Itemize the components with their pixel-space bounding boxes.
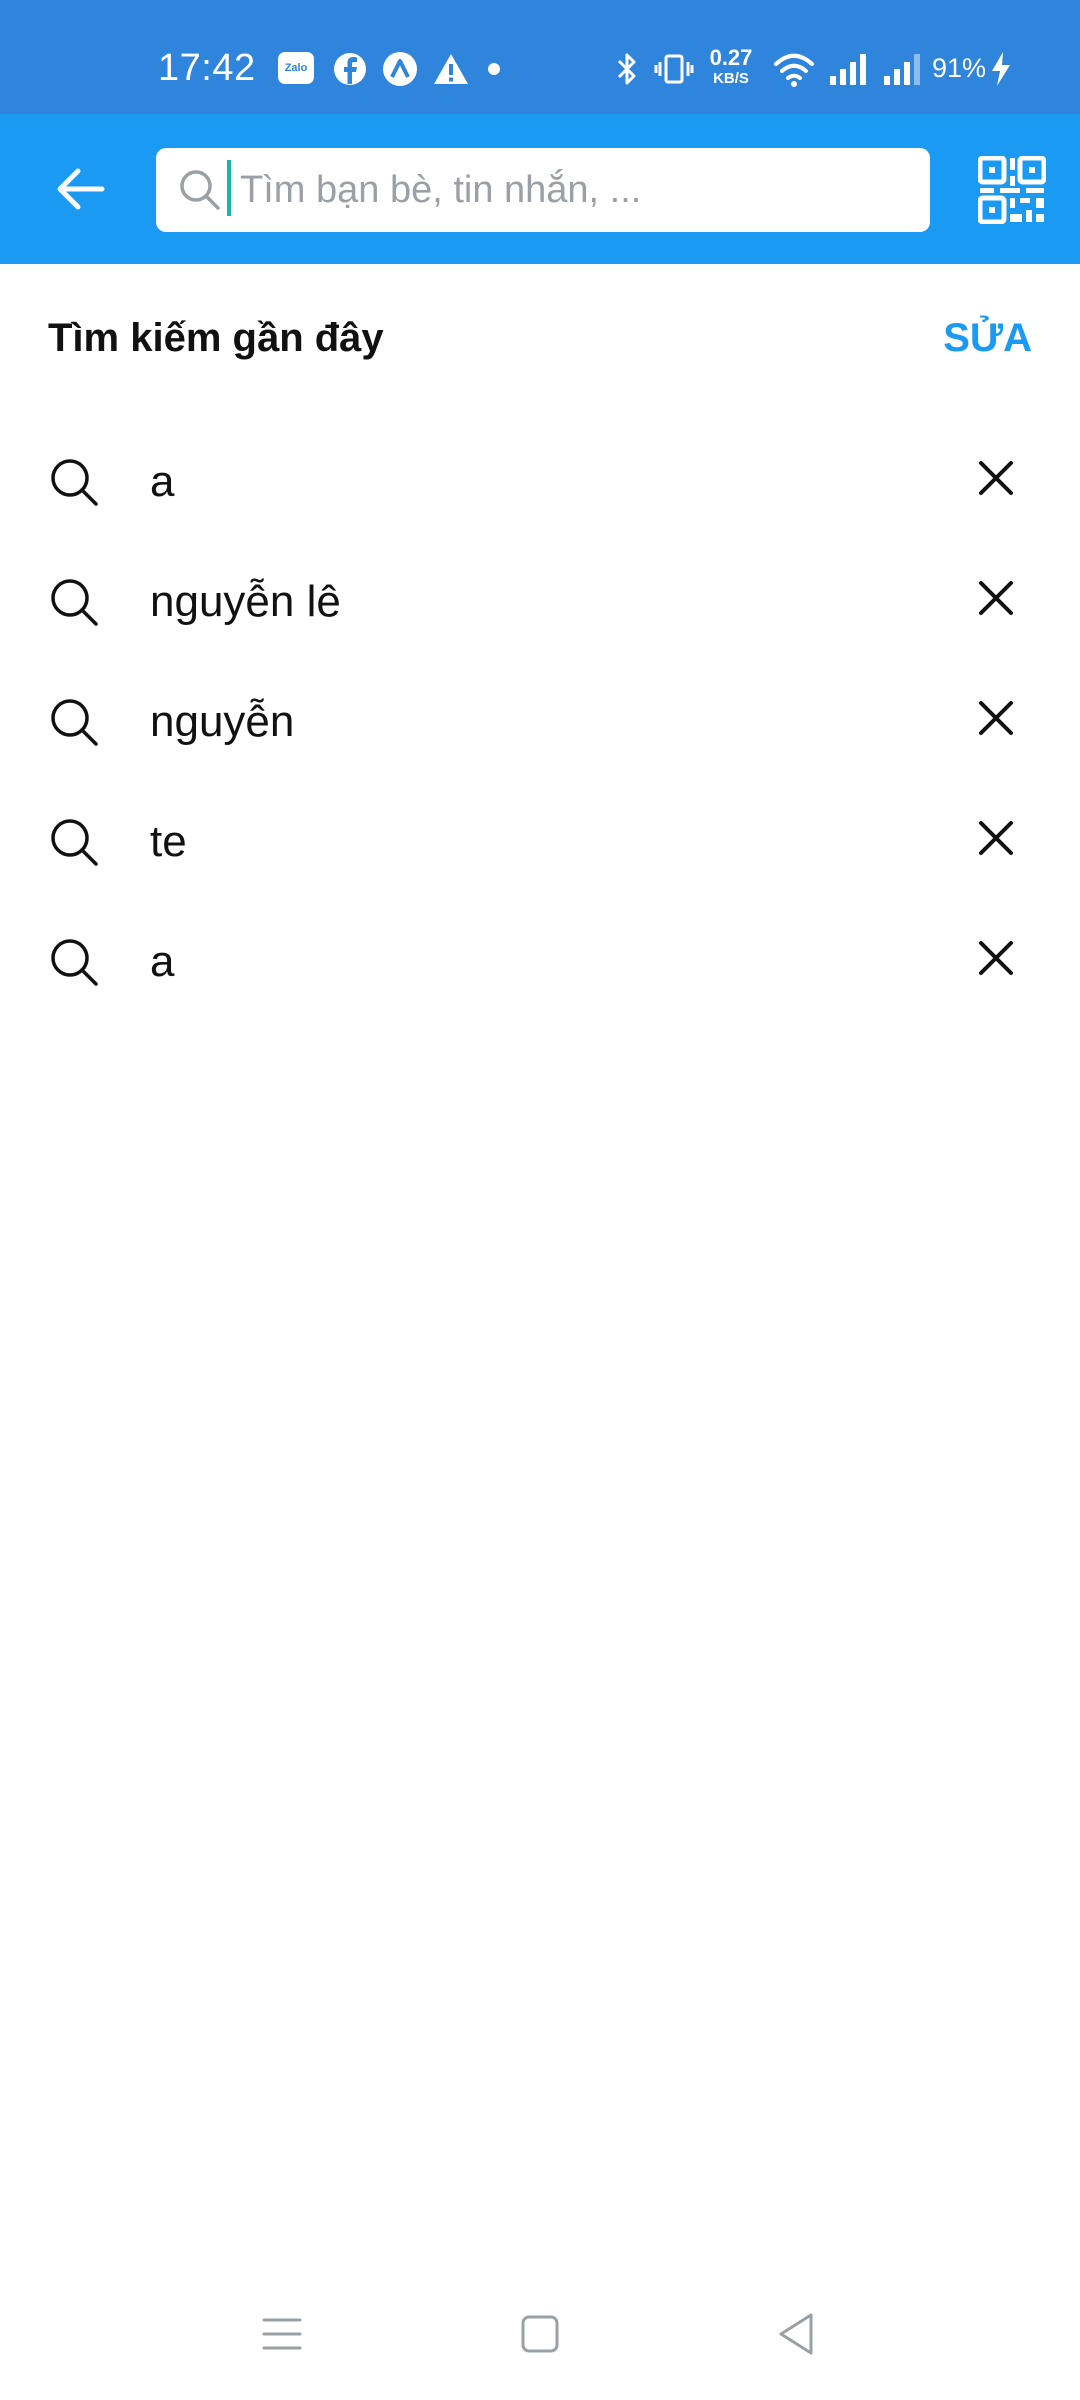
square-icon (521, 2315, 559, 2353)
status-bar: 17:42 Zalo 0.27 KB/S 91% (0, 0, 1080, 114)
arrow-left-icon (57, 168, 105, 210)
list-item[interactable]: nguyễn (0, 660, 1080, 780)
remove-item-button[interactable] (966, 688, 1026, 748)
remove-item-button[interactable] (966, 568, 1026, 628)
remove-item-button[interactable] (966, 928, 1026, 988)
list-item[interactable]: a (0, 420, 1080, 540)
search-icon (51, 939, 98, 986)
recent-apps-button[interactable] (244, 2296, 320, 2372)
facebook-icon (334, 53, 366, 85)
menu-icon (262, 2318, 302, 2350)
close-icon (979, 701, 1013, 735)
warning-icon (434, 54, 468, 84)
close-icon (979, 941, 1013, 975)
close-icon (979, 821, 1013, 855)
charging-icon (992, 52, 1010, 86)
status-time: 17:42 (158, 47, 256, 89)
app-icon (383, 52, 417, 86)
list-item-text: a (150, 937, 175, 986)
bluetooth-icon (617, 53, 636, 85)
close-icon (979, 461, 1013, 495)
navigation-bar (0, 2268, 1080, 2400)
network-speed: 0.27 KB/S (706, 45, 756, 88)
text-cursor (227, 160, 231, 216)
network-speed-value: 0.27 (709, 45, 753, 70)
battery-percent: 91% (932, 53, 987, 83)
network-speed-unit: KB/S (713, 70, 749, 87)
wifi-icon (774, 53, 814, 87)
search-screen: 17:42 Zalo 0.27 KB/S 91% Tìm bạn bè, tin… (0, 0, 1080, 2400)
search-box[interactable] (156, 148, 930, 232)
edit-button[interactable]: SỬA (943, 316, 1032, 361)
remove-item-button[interactable] (966, 448, 1026, 508)
dot-icon (488, 63, 500, 75)
list-item[interactable]: te (0, 780, 1080, 900)
search-input[interactable] (228, 158, 920, 222)
recent-search-list: a nguyễn lê nguyễn te a (0, 420, 1080, 1020)
search-icon (51, 819, 98, 866)
qr-code-icon[interactable] (978, 156, 1046, 224)
zalo-icon: Zalo (278, 52, 314, 84)
section-title: Tìm kiếm gần đây (48, 316, 384, 360)
list-item-text: nguyễn (150, 697, 295, 746)
top-app-bar (0, 114, 1080, 264)
signal-icon (830, 54, 866, 85)
signal-icon-2 (884, 54, 920, 85)
close-icon (979, 581, 1013, 615)
recent-searches-header: Tìm kiếm gần đây SỬA (0, 264, 1080, 424)
search-icon (51, 579, 98, 626)
triangle-back-icon (779, 2313, 813, 2355)
remove-item-button[interactable] (966, 808, 1026, 868)
vibrate-icon (654, 54, 694, 84)
search-icon (51, 699, 98, 746)
list-item-text: te (150, 817, 187, 866)
list-item[interactable]: a (0, 900, 1080, 1020)
list-item-text: nguyễn lê (150, 577, 341, 626)
back-nav-button[interactable] (758, 2296, 834, 2372)
search-icon (180, 170, 220, 210)
home-button[interactable] (502, 2296, 578, 2372)
list-item-text: a (150, 457, 175, 506)
search-icon (51, 459, 98, 506)
list-item[interactable]: nguyễn lê (0, 540, 1080, 660)
back-button[interactable] (40, 149, 120, 229)
